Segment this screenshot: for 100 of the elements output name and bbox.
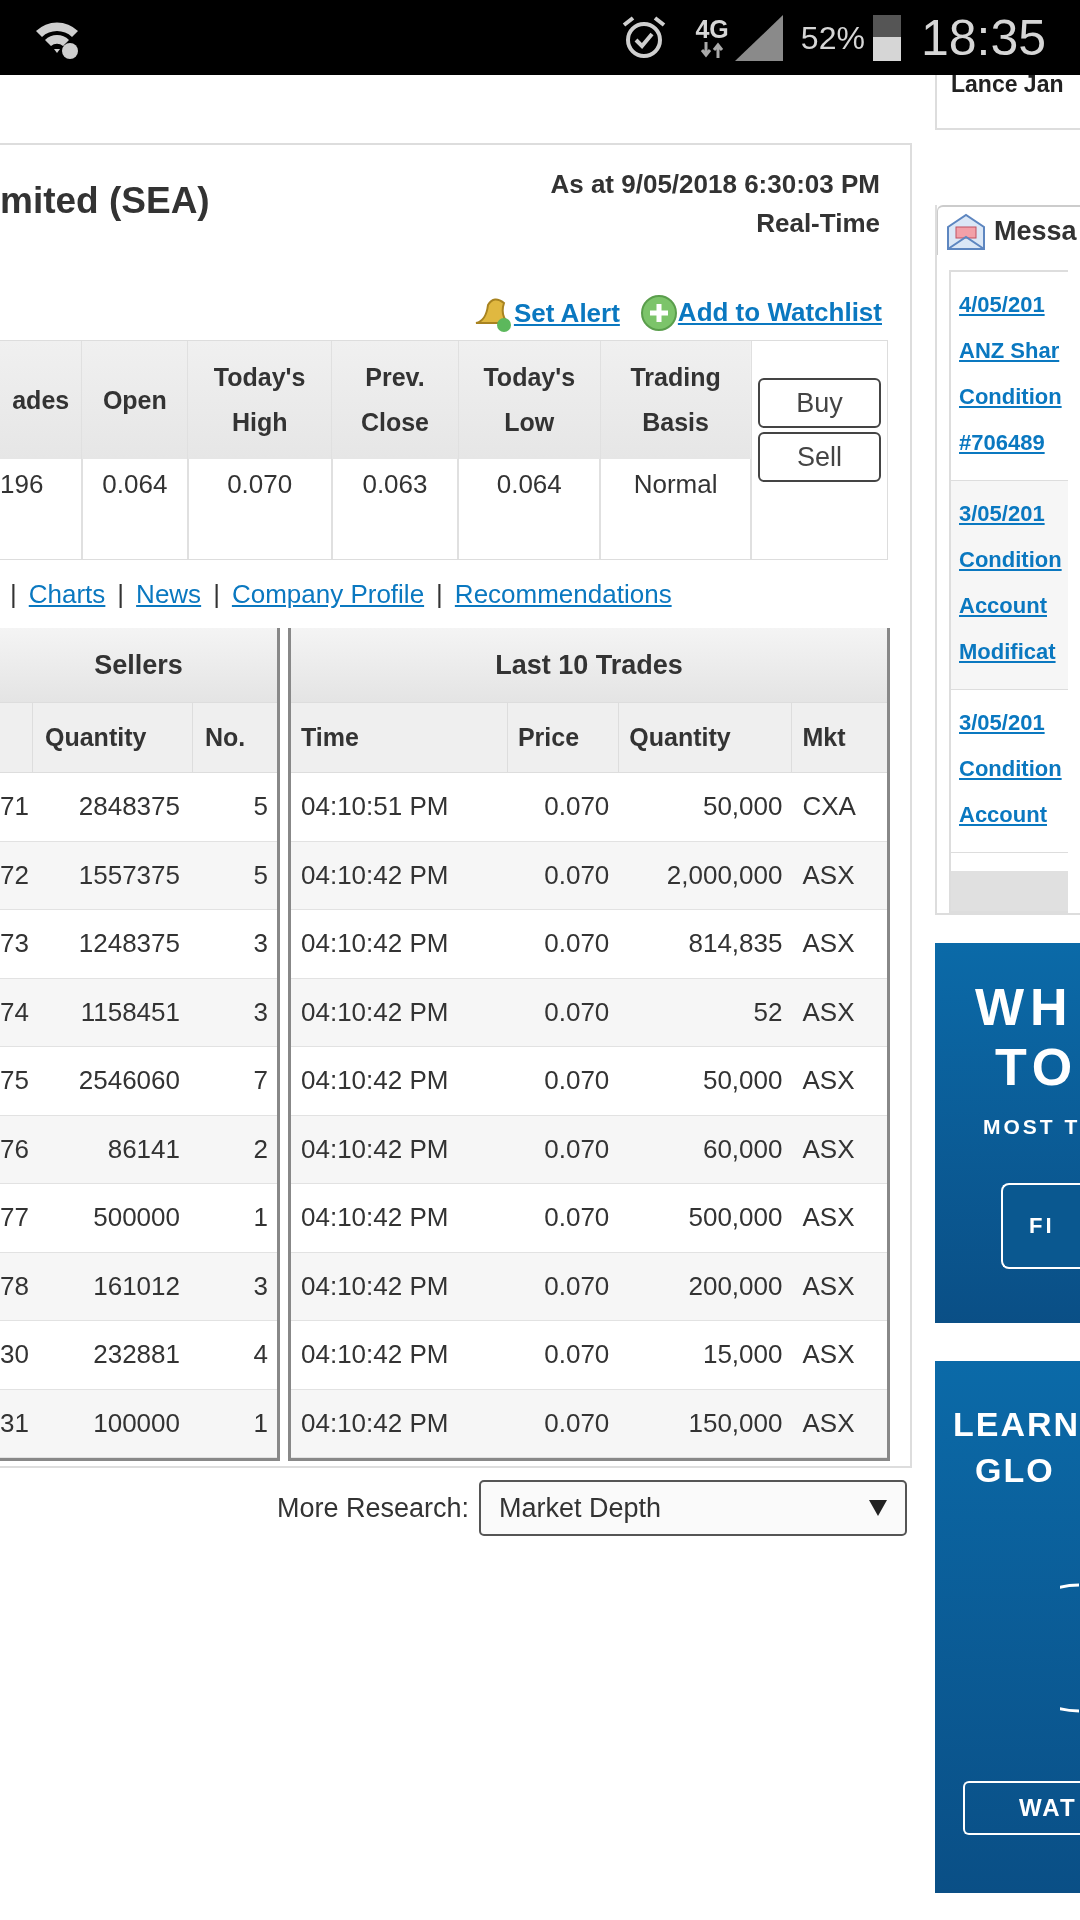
message-link[interactable]: 4/05/201 bbox=[959, 282, 1045, 328]
message-link[interactable]: Account bbox=[959, 792, 1047, 838]
table-cell-text: 04:10:42 PM bbox=[300, 927, 450, 961]
message-link[interactable]: Condition bbox=[959, 746, 1062, 792]
table-cell-text: ASX bbox=[801, 858, 856, 892]
network-type: 4G bbox=[695, 17, 729, 42]
message-link[interactable]: #706489 bbox=[959, 420, 1045, 466]
column-header: Quantity bbox=[44, 721, 148, 753]
table-cell-text: 500,000 bbox=[687, 1201, 784, 1235]
ad-banner[interactable]: WH TO MOST T FI bbox=[935, 943, 1080, 1323]
separator: | bbox=[10, 577, 17, 611]
table-cell-text: 0.070 bbox=[543, 1132, 611, 1166]
table-cell: Normal bbox=[600, 459, 751, 559]
more-research-dropdown[interactable]: Market Depth bbox=[479, 1480, 907, 1536]
table-cell-text: 04:10:42 PM bbox=[300, 858, 450, 892]
column-header: Prev. Close bbox=[331, 341, 459, 459]
table-cell-text: 1 bbox=[252, 1406, 268, 1440]
message-link[interactable]: 3/05/201 bbox=[959, 700, 1045, 746]
table-cell-text: 04:10:42 PM bbox=[300, 1201, 450, 1235]
alarm-icon bbox=[621, 14, 668, 61]
ad-button[interactable]: WAT bbox=[963, 1781, 1080, 1835]
table-cell-text: 2546060 bbox=[77, 1064, 180, 1098]
sellers-header: Sellers bbox=[0, 628, 277, 703]
account-name: Lance Jan bbox=[951, 71, 1064, 97]
message-link[interactable]: Account bbox=[959, 583, 1047, 629]
plus-icon bbox=[639, 294, 678, 332]
buy-button[interactable]: Buy bbox=[758, 378, 881, 428]
table-cell-text: 76 bbox=[0, 1132, 30, 1166]
table-cell-text: 500000 bbox=[92, 1201, 180, 1235]
message-link[interactable]: Modificat bbox=[959, 629, 1056, 675]
table-cell-text: 0.070 bbox=[543, 790, 611, 824]
table-cell-text: 814,835 bbox=[687, 927, 784, 961]
column-header: Today's High bbox=[187, 341, 332, 459]
nav-link[interactable]: News bbox=[136, 574, 202, 614]
table-cell-text: 50,000 bbox=[701, 1064, 784, 1098]
nav-link[interactable]: Company Profile bbox=[231, 574, 425, 614]
table-cell-text: 161012 bbox=[92, 1269, 180, 1303]
table-cell-text: 100000 bbox=[92, 1406, 180, 1440]
table-cell-text: 3 bbox=[252, 1269, 268, 1303]
table-cell-text: 0.070 bbox=[543, 1269, 611, 1303]
table-cell-text: 50,000 bbox=[701, 790, 784, 824]
sell-button[interactable]: Sell bbox=[758, 432, 881, 482]
set-alert-link[interactable]: Set Alert bbox=[471, 292, 620, 333]
table-cell-text: 1557375 bbox=[77, 858, 180, 892]
message-link[interactable]: Condition bbox=[959, 374, 1062, 420]
column-header: Open bbox=[81, 341, 188, 459]
message-link[interactable]: Condition bbox=[959, 537, 1062, 583]
ad-headline: LEARN bbox=[952, 1404, 1080, 1445]
trades-header: Last 10 Trades bbox=[291, 628, 887, 703]
clock: 18:35 bbox=[920, 12, 1046, 63]
table-cell-text: CXA bbox=[801, 790, 857, 824]
more-research-label: More Research: bbox=[276, 1491, 469, 1525]
table-cell-text: 04:10:42 PM bbox=[300, 995, 450, 1029]
separator: | bbox=[213, 577, 220, 611]
ad-headline: GLO bbox=[974, 1450, 1056, 1491]
message-link[interactable]: 3/05/201 bbox=[959, 491, 1045, 537]
table-cell-text: 77 bbox=[0, 1201, 30, 1235]
table-cell-text: 04:10:42 PM bbox=[300, 1269, 450, 1303]
column-header: ades bbox=[0, 341, 82, 459]
table-cell-text: 04:10:42 PM bbox=[300, 1338, 450, 1372]
table-cell-text: 5 bbox=[252, 858, 268, 892]
table-cell-text: 04:10:42 PM bbox=[300, 1406, 450, 1440]
nav-link[interactable]: Charts bbox=[28, 574, 106, 614]
ad-button[interactable]: FI bbox=[1001, 1182, 1080, 1269]
watchlist-link[interactable]: Add to Watchlist bbox=[639, 293, 882, 332]
ad-banner[interactable]: LEARN GLO WAT bbox=[935, 1361, 1080, 1893]
table-cell: 0.070 bbox=[187, 459, 332, 559]
table-cell-text: 4 bbox=[252, 1338, 268, 1372]
column-header: Quantity bbox=[619, 703, 793, 772]
table-cell-text: 04:10:51 PM bbox=[300, 790, 450, 824]
table-cell-text: ASX bbox=[801, 995, 856, 1029]
table-cell-text: 0.070 bbox=[543, 995, 611, 1029]
timestamp: As at 9/05/2018 6:30:03 PM bbox=[550, 168, 880, 201]
table-cell-text: 86141 bbox=[106, 1132, 180, 1166]
ad-subtitle: MOST T bbox=[982, 1114, 1080, 1140]
table-cell-text: 04:10:42 PM bbox=[300, 1064, 450, 1098]
nav-link[interactable]: Recommendations bbox=[454, 574, 672, 614]
table-cell-text: 1158451 bbox=[79, 995, 180, 1029]
message-link[interactable]: ANZ Shar bbox=[959, 328, 1060, 374]
table-cell: 0.063 bbox=[331, 459, 459, 559]
table-cell-text: 150,000 bbox=[687, 1406, 784, 1440]
table-cell-text: 74 bbox=[0, 995, 30, 1029]
table-cell-text: 0.070 bbox=[543, 858, 611, 892]
feed-type: Real-Time bbox=[756, 207, 880, 240]
table-cell-text: ASX bbox=[801, 1338, 856, 1372]
table-cell-text: 73 bbox=[0, 927, 30, 961]
table-cell-text: 15,000 bbox=[701, 1338, 784, 1372]
data-arrows-icon bbox=[700, 42, 725, 58]
table-cell: 0.064 bbox=[81, 459, 188, 559]
table-cell-text: ASX bbox=[801, 1201, 856, 1235]
table-cell-text: 04:10:42 PM bbox=[300, 1132, 450, 1166]
separator: | bbox=[436, 577, 443, 611]
table-cell-text: 0.070 bbox=[543, 1201, 611, 1235]
table-cell-text: 30 bbox=[0, 1338, 30, 1372]
table-cell-text: 200,000 bbox=[687, 1269, 784, 1303]
table-cell-text: 7 bbox=[252, 1064, 268, 1098]
table-cell-text: ASX bbox=[801, 1406, 856, 1440]
table-cell-text: 52 bbox=[752, 995, 784, 1029]
column-header: Today's Low bbox=[458, 341, 601, 459]
dropdown-arrow-icon bbox=[869, 1500, 887, 1516]
